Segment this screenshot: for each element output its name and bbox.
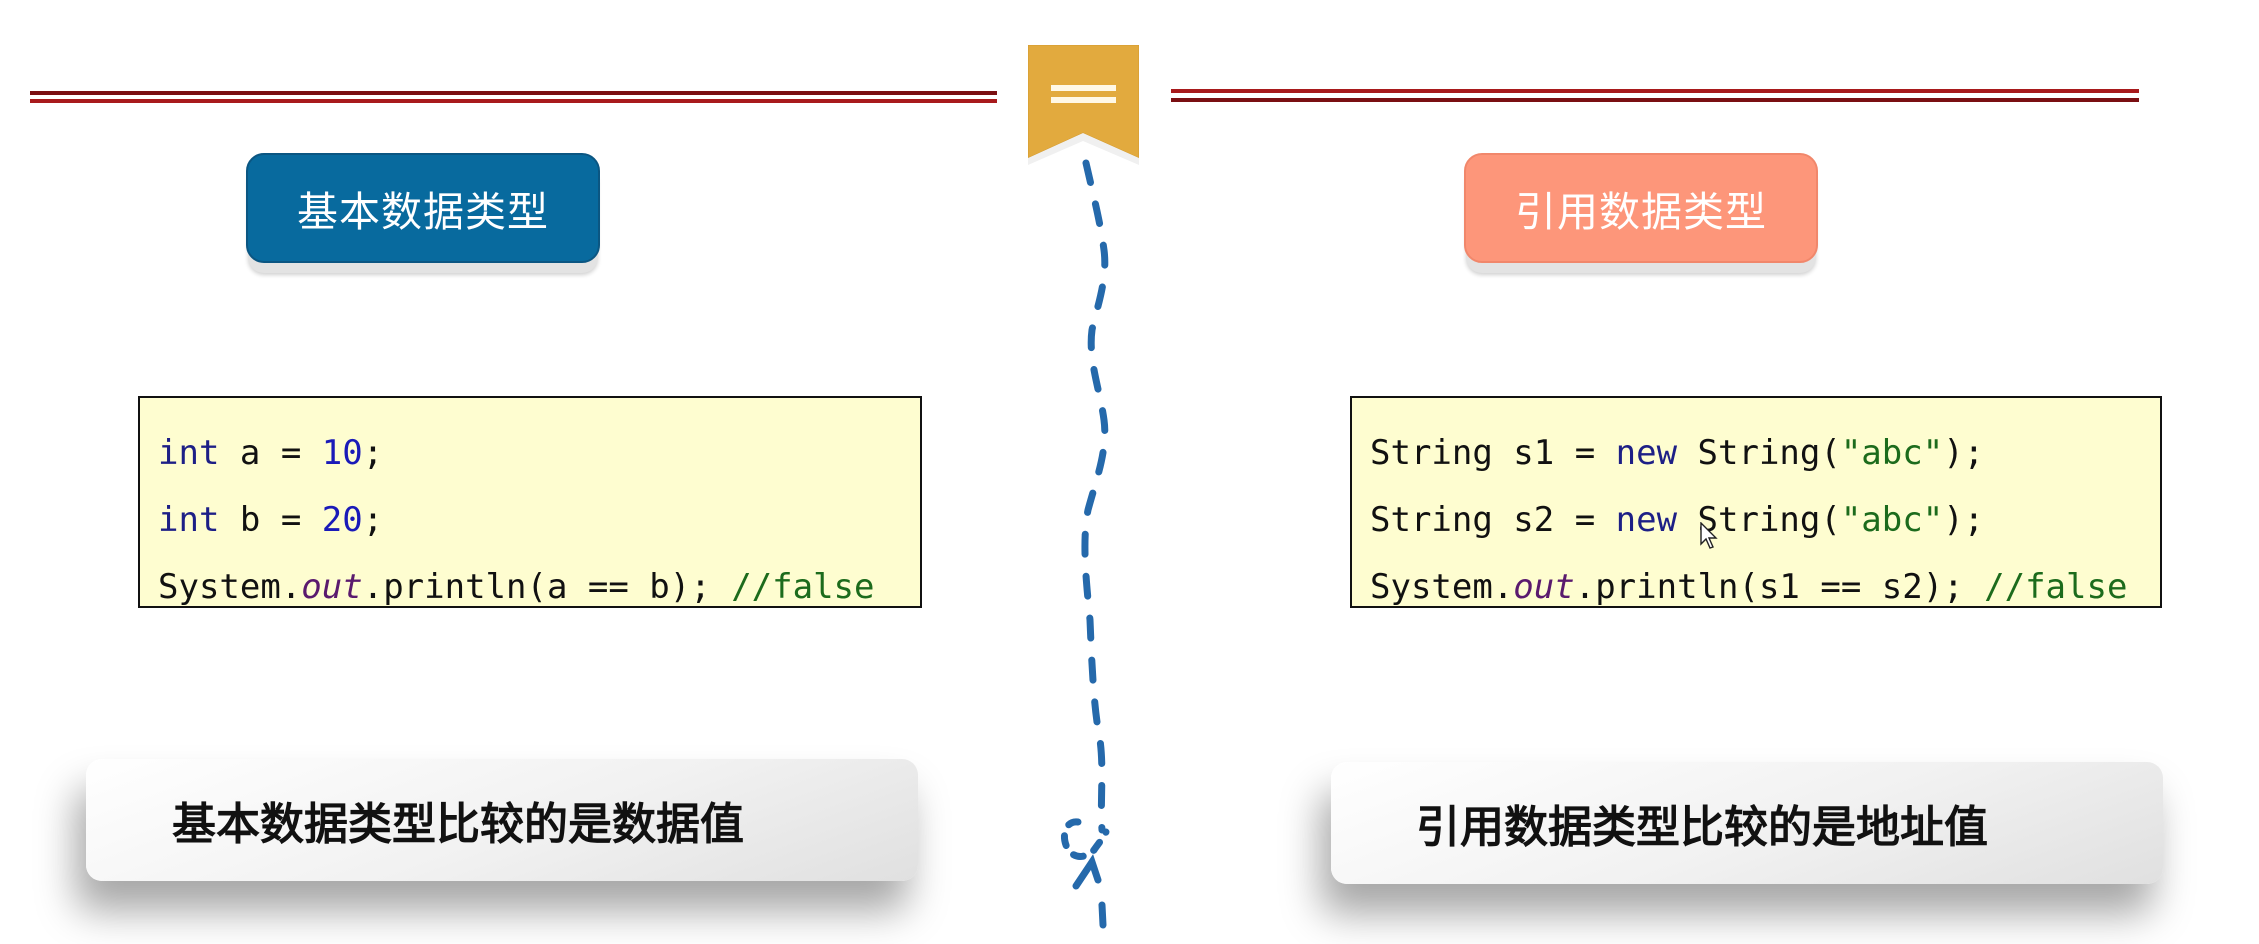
dashed-divider-path	[1060, 159, 1110, 929]
code-line: System.out.println(s1 == s2); //false	[1370, 554, 2160, 621]
code-line: String s2 = new String("abc");	[1370, 487, 2160, 554]
code-number: 10	[321, 433, 363, 473]
code-text: System.	[158, 567, 302, 607]
primitive-code-snippet: int a = 10; int b = 20; System.out.print…	[138, 396, 922, 608]
code-comment: //false	[731, 567, 875, 607]
code-keyword: int	[158, 500, 220, 540]
code-text: a =	[219, 433, 322, 473]
ribbon-bookmark	[1028, 45, 1139, 165]
reference-types-heading: 引用数据类型	[1464, 153, 1818, 263]
code-comment: //false	[1984, 567, 2128, 607]
code-text: b =	[219, 500, 322, 540]
code-string: "abc"	[1840, 433, 1944, 473]
code-field: out	[301, 567, 363, 607]
code-keyword: int	[158, 433, 220, 473]
top-rule-right-upper	[1171, 89, 2139, 93]
code-string: "abc"	[1840, 500, 1944, 540]
code-keyword: new	[1615, 433, 1678, 473]
code-line: int b = 20;	[158, 487, 920, 554]
primitive-conclusion-text: 基本数据类型比较的是数据值	[172, 799, 744, 850]
code-field: out	[1513, 567, 1575, 607]
code-line: int a = 10;	[158, 420, 920, 487]
code-text: .println(a == b);	[362, 567, 732, 607]
code-text: String s1 =	[1370, 433, 1616, 473]
code-text: String s2 =	[1370, 500, 1616, 540]
primitive-types-heading: 基本数据类型	[246, 153, 600, 263]
code-text: );	[1943, 500, 1985, 540]
top-rule-right-lower	[1171, 98, 2139, 102]
code-text: .println(s1 == s2);	[1574, 567, 1985, 607]
code-line: System.out.println(a == b); //false	[158, 554, 920, 621]
mouse-cursor-icon	[1700, 522, 1718, 549]
code-text: String(	[1677, 433, 1841, 473]
primitive-types-heading-label: 基本数据类型	[297, 188, 549, 236]
reference-types-heading-label: 引用数据类型	[1515, 188, 1767, 236]
code-number: 20	[321, 500, 363, 540]
code-keyword: new	[1615, 500, 1678, 540]
primitive-conclusion-callout: 基本数据类型比较的是数据值	[86, 759, 918, 881]
top-rule-left-lower	[30, 99, 997, 103]
reference-conclusion-text: 引用数据类型比较的是地址值	[1416, 802, 1988, 853]
code-text: System.	[1370, 567, 1514, 607]
reference-code-snippet: String s1 = new String("abc"); String s2…	[1350, 396, 2162, 608]
reference-conclusion-callout: 引用数据类型比较的是地址值	[1331, 762, 2163, 884]
code-text: ;	[362, 433, 384, 473]
code-text: ;	[362, 500, 384, 540]
top-rule-left-upper	[30, 91, 997, 95]
code-line: String s1 = new String("abc");	[1370, 420, 2160, 487]
code-text: );	[1943, 433, 1985, 473]
